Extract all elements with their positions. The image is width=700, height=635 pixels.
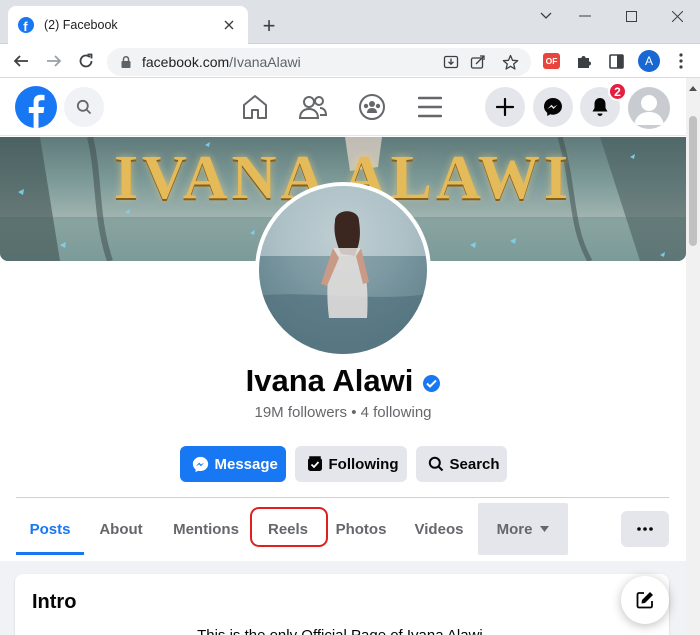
page-scrollbar[interactable] bbox=[686, 78, 700, 635]
url-text: facebook.com/IvanaAlawi bbox=[142, 54, 301, 70]
chevron-down-icon[interactable] bbox=[530, 0, 562, 32]
profile-photo bbox=[259, 186, 427, 354]
search-button-label: Search bbox=[449, 455, 500, 473]
facebook-logo-icon[interactable] bbox=[15, 86, 57, 128]
minimize-icon[interactable] bbox=[562, 0, 608, 32]
following-check-icon bbox=[307, 455, 323, 473]
more-dots-icon[interactable] bbox=[621, 511, 669, 547]
profile-actions: Message Following Search bbox=[0, 446, 686, 482]
star-icon[interactable] bbox=[501, 53, 519, 71]
tab-more-label: More bbox=[496, 520, 533, 538]
plus-icon: + bbox=[262, 13, 276, 38]
facebook-favicon-icon: f bbox=[18, 17, 34, 33]
message-button[interactable]: Message bbox=[179, 446, 286, 482]
scroll-thumb[interactable] bbox=[689, 116, 697, 246]
scroll-up-arrow-icon[interactable] bbox=[686, 82, 700, 94]
tab-photos[interactable]: Photos bbox=[328, 503, 394, 555]
friends-icon[interactable] bbox=[296, 90, 330, 124]
install-icon[interactable] bbox=[442, 53, 460, 71]
profile-name: Ivana Alawi bbox=[245, 363, 414, 398]
groups-icon[interactable] bbox=[355, 90, 389, 124]
tab-mentions[interactable]: Mentions bbox=[164, 503, 248, 555]
search-button[interactable]: Search bbox=[415, 446, 507, 482]
profile-tabs: Posts About Mentions Reels Photos Videos… bbox=[16, 503, 669, 555]
compose-icon[interactable] bbox=[621, 576, 669, 624]
tab-about[interactable]: About bbox=[88, 503, 154, 555]
forward-arrow-icon[interactable] bbox=[43, 50, 65, 72]
intro-text: This is the only Official Page of Ivana … bbox=[15, 627, 669, 635]
reels-highlight bbox=[250, 507, 328, 547]
new-tab-button[interactable]: + bbox=[258, 15, 280, 37]
verified-badge-icon bbox=[423, 374, 441, 392]
intro-card: Intro This is the only Official Page of … bbox=[15, 574, 669, 635]
address-bar[interactable]: facebook.com/IvanaAlawi bbox=[107, 48, 531, 76]
lock-icon bbox=[121, 55, 131, 68]
page-content: IVANA ALAWI Ivana Alawi 19M followers • … bbox=[0, 137, 686, 635]
kebab-menu-icon[interactable] bbox=[671, 51, 691, 71]
message-button-label: Message bbox=[214, 455, 278, 473]
messenger-icon bbox=[192, 455, 209, 473]
search-icon bbox=[428, 455, 444, 473]
facebook-header bbox=[0, 78, 686, 136]
browser-toolbar: facebook.com/IvanaAlawi OF A bbox=[0, 44, 700, 78]
caret-down-icon bbox=[540, 526, 550, 532]
browser-tab-strip: f (2) Facebook + bbox=[0, 0, 700, 44]
tab-videos[interactable]: Videos bbox=[406, 503, 472, 555]
maximize-icon[interactable] bbox=[608, 0, 654, 32]
follower-stats[interactable]: 19M followers • 4 following bbox=[0, 404, 686, 421]
browser-profile-avatar[interactable]: A bbox=[638, 50, 660, 72]
puzzle-icon[interactable] bbox=[574, 51, 594, 71]
tab-posts[interactable]: Posts bbox=[16, 503, 84, 555]
messenger-icon[interactable] bbox=[533, 87, 573, 127]
extension-of-icon[interactable]: OF bbox=[543, 53, 560, 69]
search-icon[interactable] bbox=[64, 87, 104, 127]
reload-icon[interactable] bbox=[75, 50, 97, 72]
intro-title: Intro bbox=[32, 591, 77, 613]
menu-icon[interactable] bbox=[413, 90, 447, 124]
following-button[interactable]: Following bbox=[294, 446, 407, 482]
window-controls bbox=[530, 0, 700, 32]
home-icon[interactable] bbox=[238, 90, 272, 124]
notification-badge: 2 bbox=[608, 82, 627, 101]
divider bbox=[16, 497, 669, 498]
svg-text:f: f bbox=[23, 19, 28, 33]
profile-card: IVANA ALAWI Ivana Alawi 19M followers • … bbox=[0, 137, 686, 561]
share-icon[interactable] bbox=[469, 53, 487, 71]
window-close-icon[interactable] bbox=[654, 0, 700, 32]
profile-name-row: Ivana Alawi bbox=[0, 363, 686, 399]
account-avatar[interactable] bbox=[628, 87, 670, 129]
browser-tab[interactable]: f (2) Facebook bbox=[8, 6, 248, 44]
tab-more[interactable]: More bbox=[478, 503, 568, 555]
sidebar-icon[interactable] bbox=[606, 51, 626, 71]
following-button-label: Following bbox=[328, 455, 399, 473]
back-arrow-icon[interactable] bbox=[10, 50, 32, 72]
profile-picture[interactable] bbox=[255, 182, 431, 358]
close-icon[interactable] bbox=[220, 16, 238, 34]
plus-icon[interactable] bbox=[485, 87, 525, 127]
tab-title: (2) Facebook bbox=[44, 18, 118, 32]
